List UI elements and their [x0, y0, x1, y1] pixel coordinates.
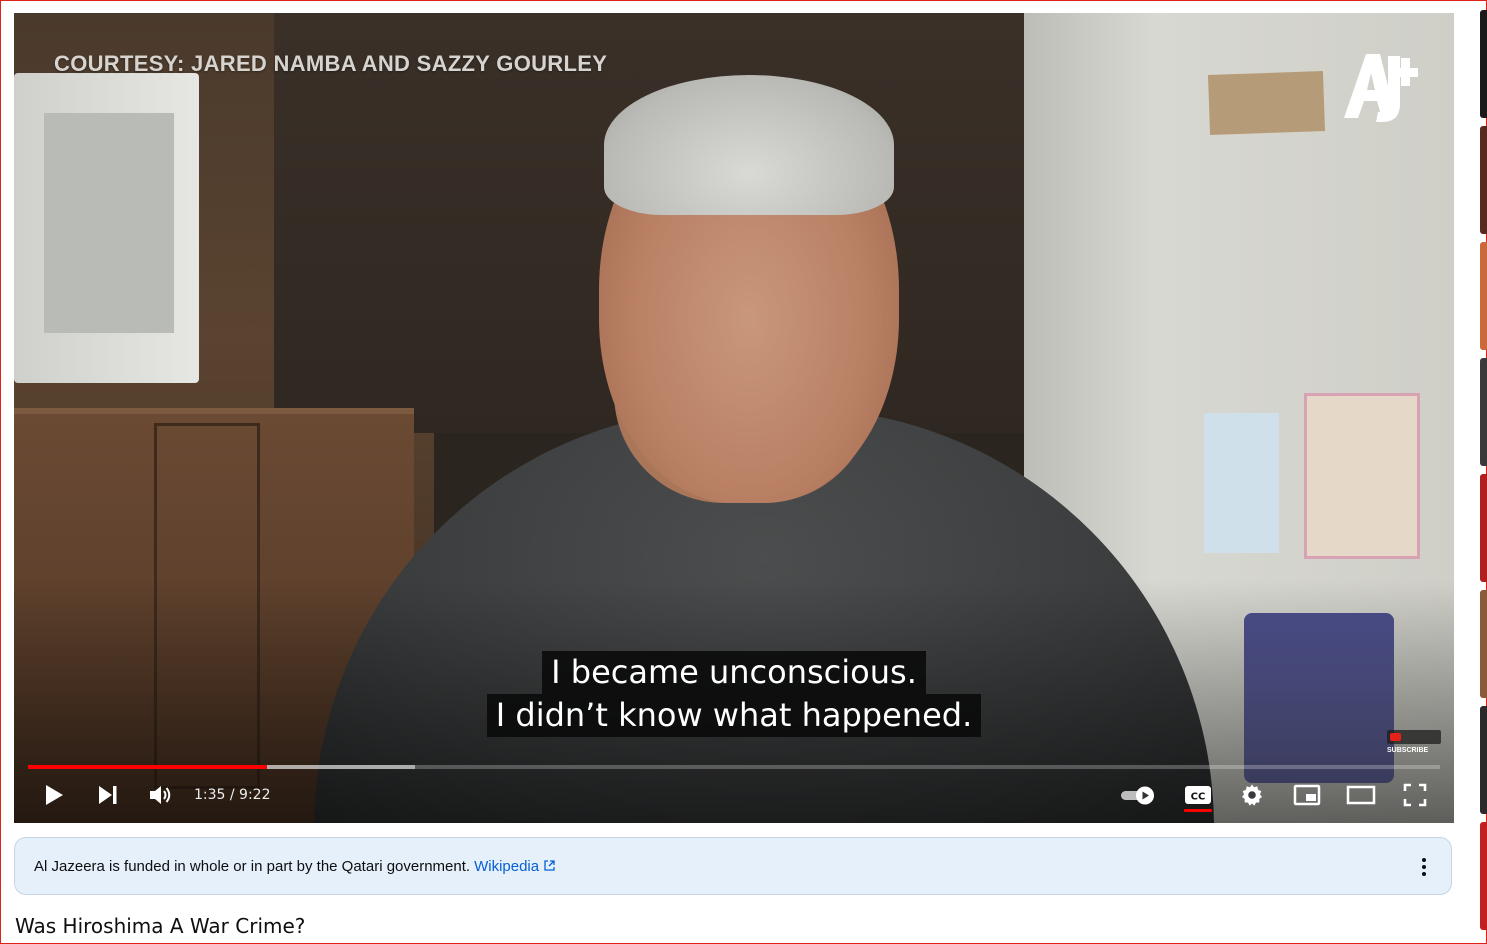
caption-line-1: I became unconscious. — [542, 651, 926, 694]
svg-text:CC: CC — [1191, 792, 1206, 803]
ajplus-logo — [1344, 54, 1418, 122]
caption-line-2: I didn’t know what happened. — [486, 694, 982, 737]
recommendation-thumbnail[interactable] — [1480, 822, 1487, 930]
video-player[interactable]: COURTESY: JARED NAMBA AND SAZZY GOURLEY … — [14, 13, 1454, 823]
progress-bar[interactable] — [28, 765, 1440, 769]
settings-button[interactable] — [1236, 775, 1268, 815]
recommendation-thumbnail[interactable] — [1480, 242, 1487, 350]
courtesy-overlay: COURTESY: JARED NAMBA AND SAZZY GOURLEY — [54, 51, 608, 76]
funding-info-text: Al Jazeera is funded in whole or in part… — [34, 858, 556, 875]
progress-played — [28, 765, 267, 769]
time-display: 1:35 / 9:22 — [194, 787, 271, 803]
theater-mode-button[interactable] — [1344, 775, 1378, 815]
recommendations-edge — [1480, 0, 1487, 944]
subscribe-watermark[interactable]: SUBSCRIBE — [1387, 730, 1441, 754]
mute-button[interactable] — [144, 775, 176, 815]
settings-icon — [1242, 784, 1262, 806]
next-button[interactable] — [92, 775, 124, 815]
captions-icon: CC — [1185, 786, 1211, 804]
fullscreen-icon — [1403, 783, 1427, 807]
recommendation-thumbnail[interactable] — [1480, 10, 1487, 118]
player-controls: 1:35 / 9:22 CC — [14, 775, 1454, 823]
recommendation-thumbnail[interactable] — [1480, 358, 1487, 466]
recommendation-thumbnail[interactable] — [1480, 126, 1487, 234]
wikipedia-link[interactable]: Wikipedia — [474, 858, 539, 875]
captions-active-indicator — [1184, 809, 1212, 812]
fullscreen-button[interactable] — [1398, 775, 1432, 815]
recommendation-thumbnail[interactable] — [1480, 706, 1487, 814]
volume-icon — [150, 786, 171, 804]
autoplay-toggle-icon — [1121, 786, 1154, 805]
captions-area: I became unconscious. I didn’t know what… — [14, 651, 1454, 737]
theater-mode-icon — [1346, 785, 1376, 805]
play-button[interactable] — [38, 775, 70, 815]
miniplayer-button[interactable] — [1290, 775, 1324, 815]
recommendation-thumbnail[interactable] — [1480, 590, 1487, 698]
external-link-icon[interactable] — [543, 859, 556, 872]
video-title: Was Hiroshima A War Crime? — [15, 914, 306, 938]
autoplay-toggle[interactable] — [1118, 775, 1160, 815]
more-options-button[interactable] — [1409, 852, 1439, 882]
next-icon — [99, 786, 117, 804]
play-icon — [46, 785, 63, 805]
funding-info-panel: Al Jazeera is funded in whole or in part… — [14, 837, 1452, 895]
youtube-icon — [1390, 733, 1401, 741]
recommendation-thumbnail[interactable] — [1480, 474, 1487, 582]
more-vert-icon — [1422, 858, 1426, 876]
miniplayer-icon — [1293, 784, 1321, 806]
